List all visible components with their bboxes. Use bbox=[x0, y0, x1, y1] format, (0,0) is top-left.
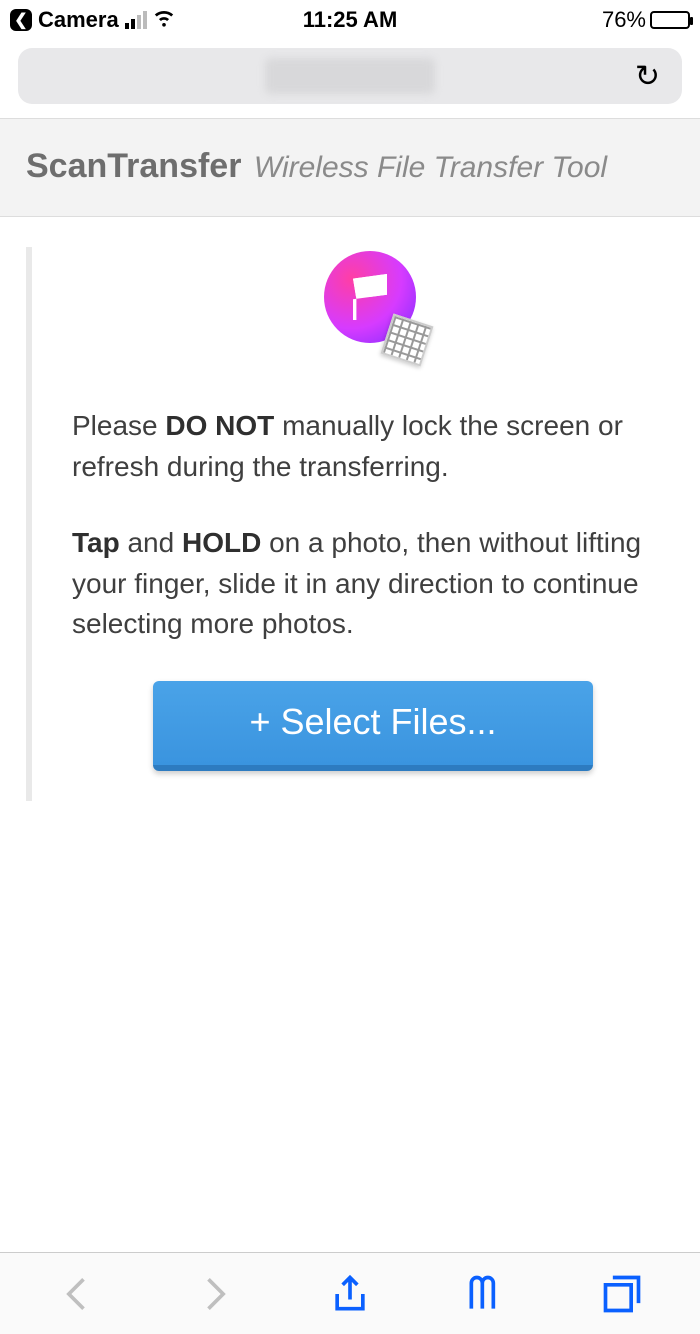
url-blurred bbox=[265, 58, 435, 94]
tabs-icon[interactable] bbox=[600, 1272, 644, 1316]
wifi-icon bbox=[153, 6, 175, 34]
cell-signal-icon bbox=[125, 11, 147, 29]
instruction-1: Please DO NOT manually lock the screen o… bbox=[72, 406, 674, 487]
back-app-icon[interactable]: ❮ bbox=[10, 9, 32, 31]
browser-toolbar bbox=[0, 1252, 700, 1334]
share-icon[interactable] bbox=[328, 1272, 372, 1316]
forward-icon[interactable] bbox=[192, 1272, 236, 1316]
instruction-2: Tap and HOLD on a photo, then without li… bbox=[72, 523, 674, 645]
back-app-label[interactable]: Camera bbox=[38, 7, 119, 33]
app-title: ScanTransfer bbox=[26, 147, 241, 185]
app-subtitle: Wireless File Transfer Tool bbox=[254, 151, 607, 184]
status-bar: ❮ Camera 11:25 AM 76% bbox=[0, 0, 700, 40]
battery-icon bbox=[650, 11, 690, 29]
page-header: ScanTransfer Wireless File Transfer Tool bbox=[0, 118, 700, 217]
app-logo bbox=[72, 247, 674, 406]
back-icon[interactable] bbox=[56, 1272, 100, 1316]
reload-icon[interactable]: ↻ bbox=[635, 59, 660, 94]
battery-percent: 76% bbox=[602, 7, 646, 33]
select-files-button[interactable]: + Select Files... bbox=[153, 681, 593, 771]
address-bar[interactable]: ↻ bbox=[18, 48, 682, 104]
bookmarks-icon[interactable] bbox=[464, 1272, 508, 1316]
